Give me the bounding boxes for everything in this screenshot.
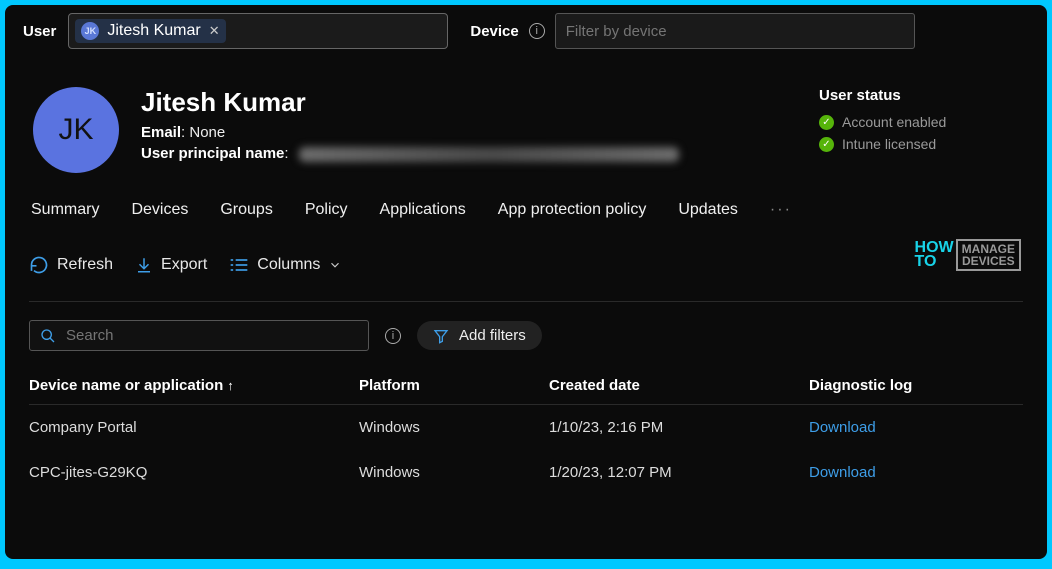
check-icon: ✓ [819, 115, 834, 130]
device-filter-input[interactable] [555, 13, 915, 49]
search-input[interactable] [66, 327, 358, 344]
profile-info: Jitesh Kumar Email: None User principal … [141, 87, 797, 166]
close-icon[interactable]: ✕ [209, 23, 220, 39]
download-link[interactable]: Download [809, 419, 1023, 436]
wm-box: MANAGE DEVICES [956, 239, 1021, 271]
user-name: Jitesh Kumar [141, 87, 797, 118]
status-item: ✓ Account enabled [819, 114, 1019, 130]
export-button[interactable]: Export [135, 256, 207, 274]
user-status: User status ✓ Account enabled ✓ Intune l… [819, 87, 1019, 158]
tab-overflow[interactable]: ··· [768, 195, 794, 225]
chevron-down-icon [328, 258, 342, 272]
columns-button[interactable]: Columns [229, 256, 342, 274]
cell-name: CPC-jites-G29KQ [29, 464, 359, 481]
chip-name: Jitesh Kumar [107, 22, 200, 40]
tab-devices[interactable]: Devices [129, 195, 190, 225]
search-input-wrap[interactable] [29, 320, 369, 351]
upn-redacted [299, 147, 679, 162]
check-icon: ✓ [819, 137, 834, 152]
email-label: Email [141, 124, 181, 141]
avatar: JK [33, 87, 119, 173]
add-filters-button[interactable]: Add filters [417, 321, 542, 350]
table-header: Device name or application↑ Platform Cre… [29, 377, 1023, 405]
tab-summary[interactable]: Summary [29, 195, 101, 225]
cell-platform: Windows [359, 419, 549, 436]
command-bar: Refresh Export Columns HOW TO MANAGE DEV… [5, 225, 1047, 285]
user-chip[interactable]: JK Jitesh Kumar ✕ [75, 19, 225, 43]
download-icon [135, 256, 153, 274]
table-row: CPC-jites-G29KQ Windows 1/20/23, 12:07 P… [29, 450, 1023, 495]
search-row: i Add filters [5, 302, 1047, 351]
tab-app-protection[interactable]: App protection policy [496, 195, 649, 225]
tab-applications[interactable]: Applications [378, 195, 468, 225]
user-filter-box[interactable]: JK Jitesh Kumar ✕ [68, 13, 448, 49]
export-label: Export [161, 256, 207, 274]
filter-icon [433, 328, 449, 344]
tab-groups[interactable]: Groups [218, 195, 274, 225]
col-created[interactable]: Created date [549, 377, 809, 394]
sort-asc-icon: ↑ [227, 378, 234, 393]
cell-platform: Windows [359, 464, 549, 481]
columns-label: Columns [257, 256, 320, 274]
watermark: HOW TO MANAGE DEVICES [915, 239, 1021, 271]
device-section: Device i [470, 13, 914, 49]
profile-header: JK Jitesh Kumar Email: None User princip… [5, 57, 1047, 185]
email-value: None [189, 124, 225, 141]
tabs: Summary Devices Groups Policy Applicatio… [5, 185, 1047, 225]
email-row: Email: None [141, 124, 797, 141]
refresh-label: Refresh [57, 256, 113, 274]
info-icon[interactable]: i [385, 328, 401, 344]
status-text: Account enabled [842, 114, 946, 130]
status-item: ✓ Intune licensed [819, 136, 1019, 152]
add-filters-label: Add filters [459, 327, 526, 344]
status-title: User status [819, 87, 1019, 104]
download-link[interactable]: Download [809, 464, 1023, 481]
refresh-button[interactable]: Refresh [29, 255, 113, 275]
status-text: Intune licensed [842, 136, 936, 152]
device-label: Device [470, 23, 518, 40]
topbar: User JK Jitesh Kumar ✕ Device i [5, 5, 1047, 57]
col-diag[interactable]: Diagnostic log [809, 377, 1023, 394]
search-icon [40, 328, 56, 344]
cell-name: Company Portal [29, 419, 359, 436]
table-row: Company Portal Windows 1/10/23, 2:16 PM … [29, 405, 1023, 450]
tab-updates[interactable]: Updates [676, 195, 740, 225]
refresh-icon [29, 255, 49, 275]
cell-created: 1/10/23, 2:16 PM [549, 419, 809, 436]
results-table: Device name or application↑ Platform Cre… [29, 377, 1023, 495]
cell-created: 1/20/23, 12:07 PM [549, 464, 809, 481]
col-platform[interactable]: Platform [359, 377, 549, 394]
col-name[interactable]: Device name or application↑ [29, 377, 359, 394]
user-label: User [23, 23, 56, 40]
tab-policy[interactable]: Policy [303, 195, 350, 225]
app-frame: User JK Jitesh Kumar ✕ Device i JK Jites… [5, 5, 1047, 559]
upn-label: User principal name [141, 145, 284, 162]
columns-icon [229, 257, 249, 273]
wm-to: TO [915, 255, 954, 269]
upn-row: User principal name: [141, 145, 797, 162]
info-icon[interactable]: i [529, 23, 545, 39]
chip-avatar: JK [81, 22, 99, 40]
